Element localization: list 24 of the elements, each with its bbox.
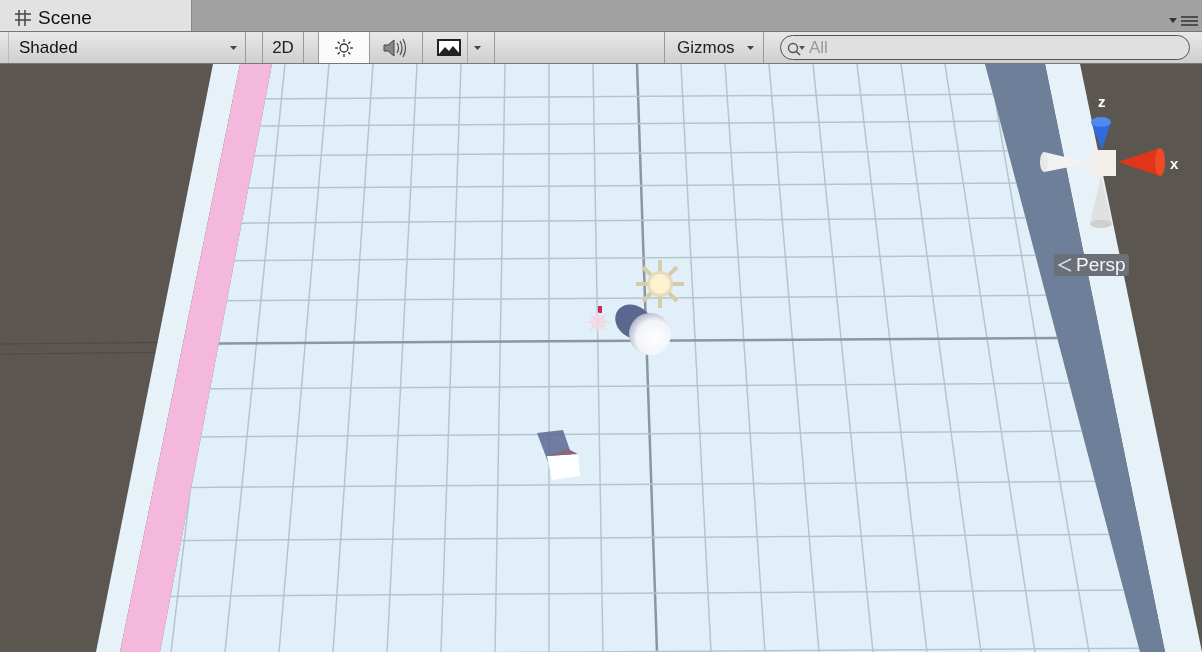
image-icon [436,39,461,56]
ground-plane-drawing[interactable] [0,64,1202,652]
particle-gizmo-icon [585,306,611,333]
2d-toggle-button[interactable]: 2D [262,32,304,63]
caret-icon [473,45,481,50]
sun-icon [335,38,353,57]
panel-menu-icon[interactable] [1169,16,1199,26]
axis-label: z [1098,94,1106,109]
angle-icon [1057,258,1073,272]
scene-tab[interactable]: Scene [0,0,192,31]
effects-toggle-button[interactable] [422,32,495,63]
cube-drawing [537,430,580,480]
search-field[interactable]: All [780,35,1190,60]
caret-icon [746,45,754,50]
light-gizmo-icon [634,258,686,310]
sphere-drawing [615,304,671,355]
grid-icon [14,8,32,27]
gizmos-dropdown[interactable]: Gizmos [664,32,764,63]
axis-label: x [1170,156,1179,171]
draw-mode-dropdown[interactable]: Shaded [8,32,246,63]
caret-icon [230,45,237,50]
lighting-toggle-button[interactable] [318,32,369,63]
projection-toggle[interactable]: Persp [1054,254,1129,276]
speaker-icon [383,37,407,58]
